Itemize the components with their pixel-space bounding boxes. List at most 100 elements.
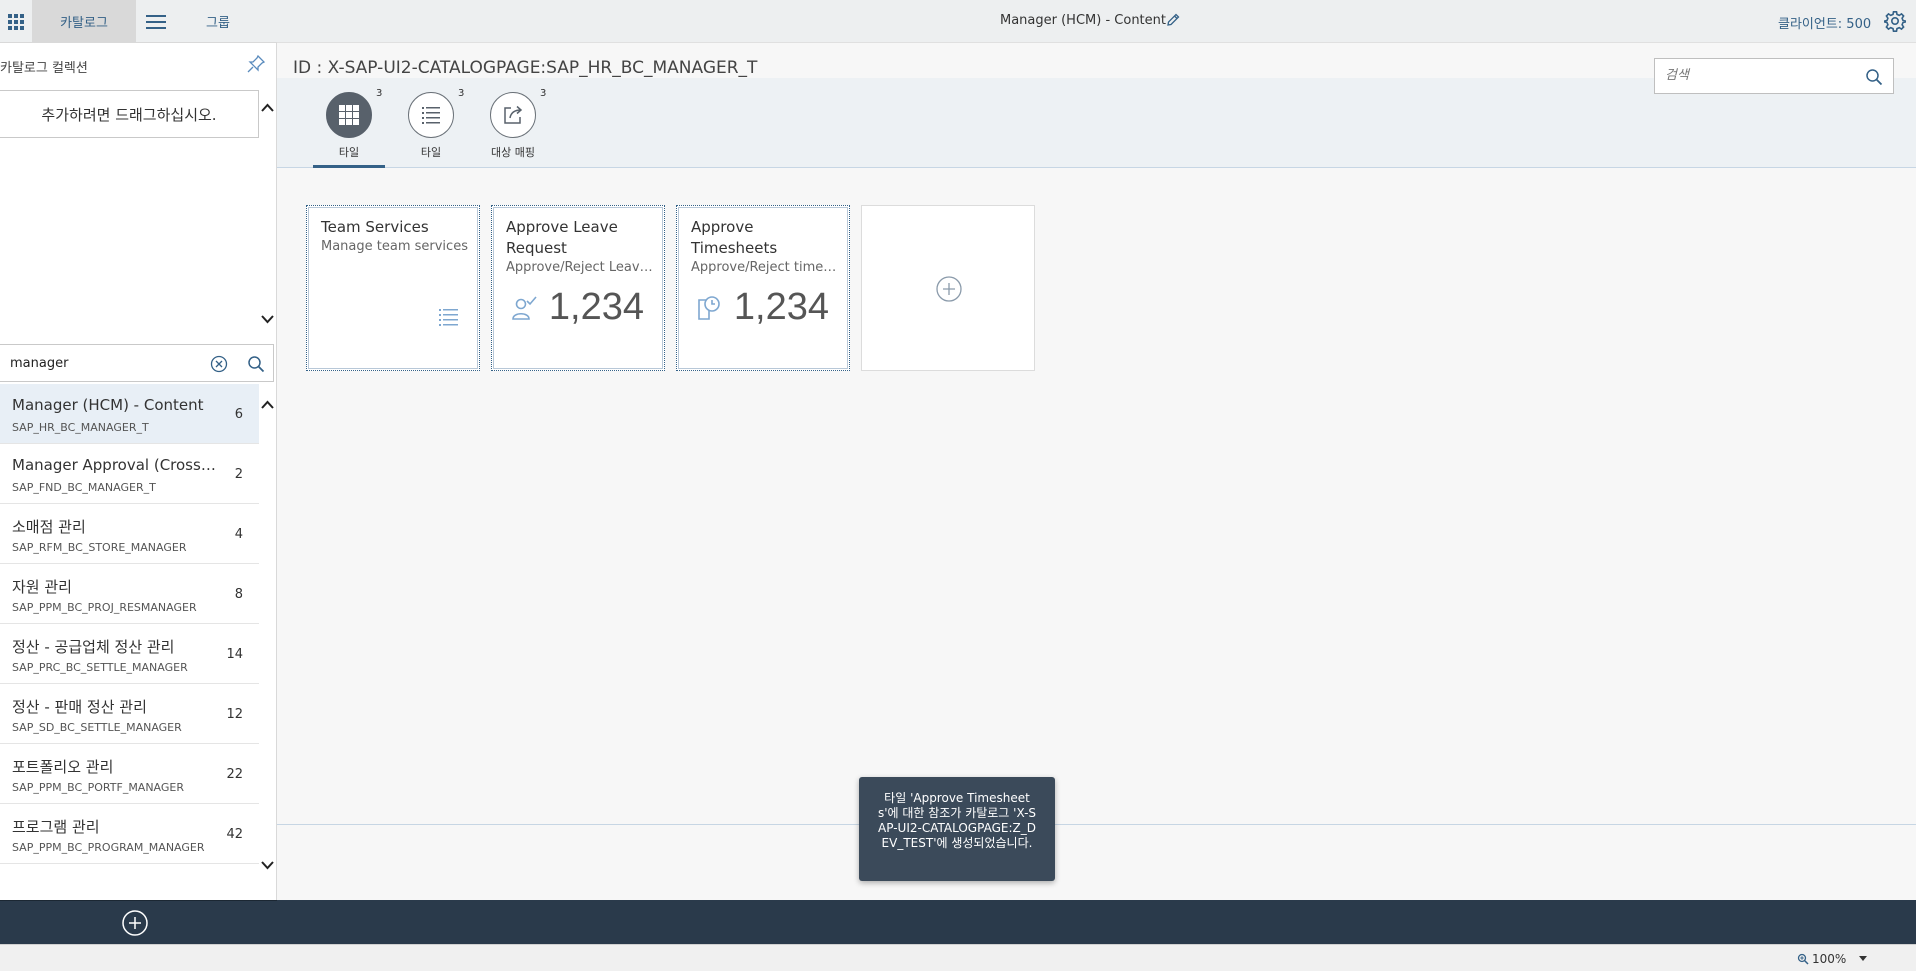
add-icon	[936, 276, 962, 302]
list-item[interactable]: 소매점 관리 SAP_RFM_BC_STORE_MANAGER 4	[0, 504, 259, 564]
search-input[interactable]	[1665, 68, 1855, 83]
tile-approve-leave[interactable]: Approve Leave Request Approve/Reject Lea…	[491, 205, 665, 371]
drop-zone[interactable]: 추가하려면 드래그하십시오.	[0, 90, 259, 138]
tile-content-area: Team Services Manage team services Appro…	[277, 168, 1916, 824]
chevron-down-icon[interactable]	[260, 857, 275, 872]
catalog-id: SAP_HR_BC_MANAGER_T	[12, 421, 149, 434]
tile-title: Approve Timesheets	[691, 218, 778, 257]
zoom-level: 100%	[1812, 952, 1847, 966]
tile-number: 1,234	[548, 286, 644, 328]
catalog-search-field[interactable]: manager	[0, 344, 274, 382]
chevron-up-icon[interactable]	[260, 101, 275, 116]
tab-tiles[interactable]: 3 타일	[313, 88, 385, 168]
sidebar-header: 카탈로그 그룹	[0, 0, 277, 43]
page-title: Manager (HCM) - Content	[1000, 13, 1166, 28]
catalog-id: SAP_PPM_BC_PROGRAM_MANAGER	[12, 841, 205, 854]
menu-button[interactable]	[136, 0, 176, 43]
list-item[interactable]: 정산 - 공급업체 정산 관리 SAP_PRC_BC_SETTLE_MANAGE…	[0, 624, 259, 684]
tab-count-badge: 3	[540, 88, 547, 99]
tab-tiles-list[interactable]: 3 타일	[395, 88, 465, 168]
catalog-id: SAP_PRC_BC_SETTLE_MANAGER	[12, 661, 188, 674]
person-check-icon	[512, 296, 537, 320]
content-divider	[277, 824, 1916, 825]
list-item[interactable]: Manager Approval (Cross) - Content SAP_F…	[0, 444, 259, 504]
gear-icon[interactable]	[1884, 10, 1906, 32]
clear-icon[interactable]	[210, 355, 228, 373]
catalog-count: 8	[234, 587, 243, 602]
tab-group[interactable]: 그룹	[176, 0, 260, 43]
catalog-count: 22	[226, 767, 243, 782]
grid-icon	[339, 105, 359, 125]
chevron-down-icon[interactable]	[1858, 955, 1868, 963]
tile-title: Approve Leave Request	[506, 218, 618, 257]
catalog-count: 12	[226, 707, 243, 722]
shell-header: Manager (HCM) - Content 클라이언트: 500	[277, 0, 1916, 43]
app-grid-button[interactable]	[0, 0, 32, 43]
catalog-id: SAP_SD_BC_SETTLE_MANAGER	[12, 721, 182, 734]
list-item[interactable]: 프로그램 관리 SAP_PPM_BC_PROGRAM_MANAGER 42	[0, 804, 259, 864]
catalog-title: 프로그램 관리	[12, 818, 100, 836]
tile-number: 1,234	[733, 286, 829, 328]
tile-approve-timesheets[interactable]: Approve Timesheets Approve/Reject timesh…	[676, 205, 850, 371]
share-icon	[504, 105, 523, 124]
tile-subtitle: Approve/Reject timesheets	[691, 260, 839, 275]
catalog-id: SAP_FND_BC_MANAGER_T	[12, 481, 156, 494]
catalog-id-label: ID : X-SAP-UI2-CATALOGPAGE:SAP_HR_BC_MAN…	[293, 58, 758, 78]
tile-team-services[interactable]: Team Services Manage team services	[306, 205, 480, 371]
tab-icon-circle	[326, 92, 372, 138]
catalog-title: 소매점 관리	[12, 518, 86, 536]
zoom-icon[interactable]	[1797, 953, 1809, 965]
edit-icon[interactable]	[1165, 12, 1181, 28]
catalog-id: SAP_PPM_BC_PROJ_RESMANAGER	[12, 601, 197, 614]
catalog-title: 정산 - 공급업체 정산 관리	[12, 638, 175, 656]
list-item[interactable]: 자원 관리 SAP_PPM_BC_PROJ_RESMANAGER 8	[0, 564, 259, 624]
tab-label: 타일	[420, 146, 442, 159]
catalog-title: 정산 - 판매 정산 관리	[12, 698, 147, 716]
catalog-count: 14	[226, 647, 243, 662]
catalog-title: 포트폴리오 관리	[12, 758, 114, 776]
tab-count-badge: 3	[376, 88, 383, 99]
catalog-id: SAP_PPM_BC_PORTF_MANAGER	[12, 781, 185, 794]
list-item[interactable]: Manager (HCM) - Content SAP_HR_BC_MANAGE…	[0, 384, 259, 444]
tab-icon-circle	[408, 92, 454, 138]
client-label: 클라이언트: 500	[1778, 17, 1872, 32]
toast-message: 타일 'Approve Timesheets'에 대한 참조가 카탈로그 'X-…	[859, 777, 1055, 881]
sidebar-footer	[0, 900, 277, 944]
tab-label: 대상 매핑	[491, 146, 535, 159]
tab-label: 타일	[338, 146, 360, 159]
collection-title: 카탈로그 컬렉션	[0, 61, 88, 76]
catalog-count: 4	[234, 527, 243, 542]
tile-subtitle: Manage team services	[321, 239, 468, 254]
search-icon[interactable]	[1865, 68, 1883, 86]
chevron-up-icon[interactable]	[260, 398, 275, 413]
add-tile-button[interactable]	[861, 205, 1035, 371]
catalog-id: SAP_RFM_BC_STORE_MANAGER	[12, 541, 187, 554]
catalog-title: Manager Approval (Cross) - Content	[12, 456, 217, 474]
list-item[interactable]: 정산 - 판매 정산 관리 SAP_SD_BC_SETTLE_MANAGER 1…	[0, 684, 259, 744]
catalog-title: Manager (HCM) - Content	[12, 396, 204, 414]
timesheet-icon	[698, 296, 720, 320]
catalog-count: 42	[226, 827, 243, 842]
catalog-count: 6	[234, 407, 243, 422]
add-catalog-button[interactable]	[121, 909, 149, 937]
status-bar: 100%	[0, 944, 1916, 971]
catalog-search-value[interactable]: manager	[10, 356, 68, 371]
search-icon[interactable]	[247, 355, 265, 373]
footer-bar	[277, 900, 1916, 944]
list-item[interactable]: 포트폴리오 관리 SAP_PPM_BC_PORTF_MANAGER 22	[0, 744, 259, 804]
tab-target-mapping[interactable]: 3 대상 매핑	[477, 88, 547, 168]
tab-count-badge: 3	[458, 88, 465, 99]
pin-icon[interactable]	[247, 55, 265, 73]
list-icon	[422, 107, 440, 124]
hamburger-icon	[146, 14, 166, 29]
chevron-down-icon[interactable]	[260, 311, 275, 326]
grid-icon	[8, 13, 24, 30]
catalog-count: 2	[234, 467, 243, 482]
catalog-title: 자원 관리	[12, 578, 72, 596]
tab-icon-circle	[490, 92, 536, 138]
tile-search-field[interactable]	[1654, 58, 1894, 94]
list-icon	[439, 309, 458, 326]
catalog-sidebar: 카탈로그 그룹 카탈로그 컬렉션 추가하려면 드래그하십시오. manager …	[0, 0, 277, 944]
tile-subtitle: Approve/Reject Leave Requests	[506, 260, 654, 275]
tab-catalog[interactable]: 카탈로그	[32, 0, 136, 43]
